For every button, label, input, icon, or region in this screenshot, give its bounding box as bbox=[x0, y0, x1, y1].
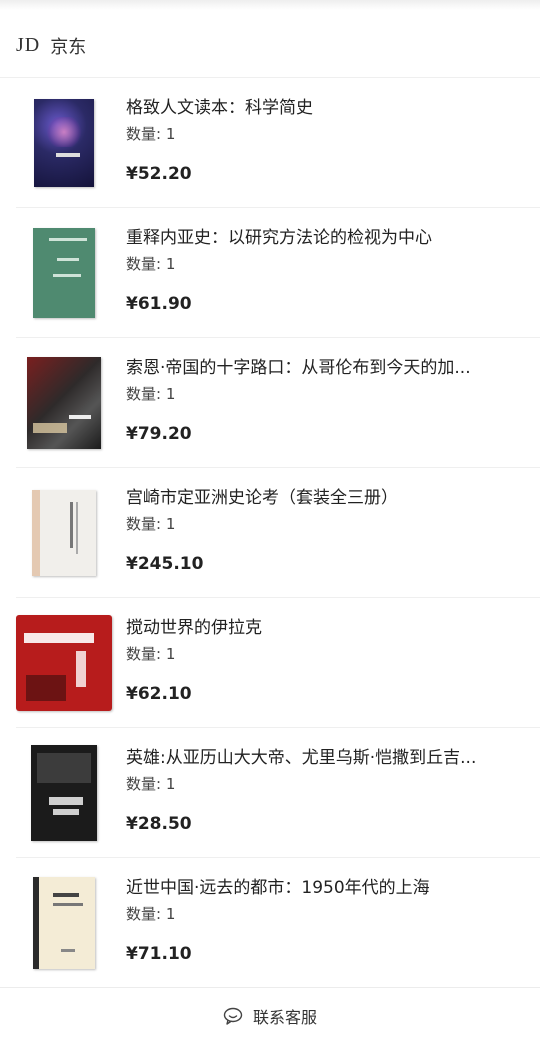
contact-service-button[interactable]: 联系客服 bbox=[0, 987, 540, 1043]
quantity-value: 1 bbox=[165, 775, 176, 793]
quantity-value: 1 bbox=[165, 905, 176, 923]
product-price: ¥62.10 bbox=[126, 684, 192, 704]
product-thumbnail[interactable] bbox=[16, 874, 112, 972]
order-item-list: 格致人文读本：科学简史 数量: 1 ¥52.20 重释内亚史：以研究方法论的检视… bbox=[0, 78, 540, 988]
order-item[interactable]: 英雄:从亚历山大大帝、尤里乌斯·恺撒到丘吉... 数量: 1 ¥28.50 bbox=[16, 728, 540, 858]
quantity-label: 数量: bbox=[126, 125, 166, 143]
quantity-label: 数量: bbox=[126, 385, 166, 403]
top-edge-shadow bbox=[0, 0, 540, 10]
product-price: ¥79.20 bbox=[126, 424, 192, 444]
product-price: ¥71.10 bbox=[126, 944, 192, 964]
quantity-label: 数量: bbox=[126, 645, 166, 663]
product-quantity: 数量: 1 bbox=[126, 513, 175, 535]
product-thumbnail[interactable] bbox=[16, 354, 112, 452]
quantity-label: 数量: bbox=[126, 255, 166, 273]
book-cover-image bbox=[34, 99, 94, 187]
quantity-label: 数量: bbox=[126, 515, 166, 533]
product-quantity: 数量: 1 bbox=[126, 123, 175, 145]
product-price: ¥52.20 bbox=[126, 164, 192, 184]
product-title[interactable]: 重释内亚史：以研究方法论的检视为中心 bbox=[126, 226, 521, 250]
quantity-label: 数量: bbox=[126, 775, 166, 793]
product-title[interactable]: 索恩·帝国的十字路口：从哥伦布到今天的加... bbox=[126, 356, 521, 380]
product-quantity: 数量: 1 bbox=[126, 903, 175, 925]
book-cover-image bbox=[27, 357, 101, 449]
product-thumbnail[interactable] bbox=[16, 224, 112, 322]
book-cover-image bbox=[16, 615, 112, 711]
order-item[interactable]: 索恩·帝国的十字路口：从哥伦布到今天的加... 数量: 1 ¥79.20 bbox=[16, 338, 540, 468]
product-quantity: 数量: 1 bbox=[126, 773, 175, 795]
product-quantity: 数量: 1 bbox=[126, 643, 175, 665]
quantity-value: 1 bbox=[165, 385, 176, 403]
product-title[interactable]: 近世中国·远去的都市：1950年代的上海 bbox=[126, 876, 521, 900]
product-thumbnail[interactable] bbox=[16, 614, 112, 712]
order-item[interactable]: 重释内亚史：以研究方法论的检视为中心 数量: 1 ¥61.90 bbox=[16, 208, 540, 338]
book-cover-image bbox=[31, 745, 97, 841]
quantity-value: 1 bbox=[165, 515, 176, 533]
contact-service-label: 联系客服 bbox=[252, 1007, 317, 1027]
quantity-value: 1 bbox=[165, 645, 176, 663]
product-quantity: 数量: 1 bbox=[126, 253, 175, 275]
chat-bubble-icon bbox=[223, 1007, 243, 1025]
order-item[interactable]: 宫崎市定亚洲史论考（套装全三册） 数量: 1 ¥245.10 bbox=[16, 468, 540, 598]
order-item[interactable]: 格致人文读本：科学简史 数量: 1 ¥52.20 bbox=[16, 78, 540, 208]
product-title[interactable]: 宫崎市定亚洲史论考（套装全三册） bbox=[126, 486, 521, 510]
quantity-value: 1 bbox=[165, 125, 176, 143]
book-cover-image bbox=[32, 490, 96, 576]
store-name: 京东 bbox=[50, 36, 87, 58]
product-thumbnail[interactable] bbox=[16, 94, 112, 192]
quantity-label: 数量: bbox=[126, 905, 166, 923]
product-price: ¥245.10 bbox=[126, 554, 204, 574]
order-item[interactable]: 搅动世界的伊拉克 数量: 1 ¥62.10 bbox=[16, 598, 540, 728]
order-item[interactable]: 近世中国·远去的都市：1950年代的上海 数量: 1 ¥71.10 bbox=[16, 858, 540, 988]
jd-logo: JD bbox=[16, 34, 41, 56]
product-price: ¥61.90 bbox=[126, 294, 192, 314]
book-cover-image bbox=[33, 228, 95, 318]
product-quantity: 数量: 1 bbox=[126, 383, 175, 405]
product-title[interactable]: 格致人文读本：科学简史 bbox=[126, 96, 521, 120]
product-price: ¥28.50 bbox=[126, 814, 192, 834]
quantity-value: 1 bbox=[165, 255, 176, 273]
store-header[interactable]: JD 京东 bbox=[0, 14, 540, 78]
product-title[interactable]: 搅动世界的伊拉克 bbox=[126, 616, 521, 640]
product-thumbnail[interactable] bbox=[16, 744, 112, 842]
book-cover-image bbox=[33, 877, 95, 969]
product-title[interactable]: 英雄:从亚历山大大帝、尤里乌斯·恺撒到丘吉... bbox=[126, 746, 521, 770]
product-thumbnail[interactable] bbox=[16, 484, 112, 582]
